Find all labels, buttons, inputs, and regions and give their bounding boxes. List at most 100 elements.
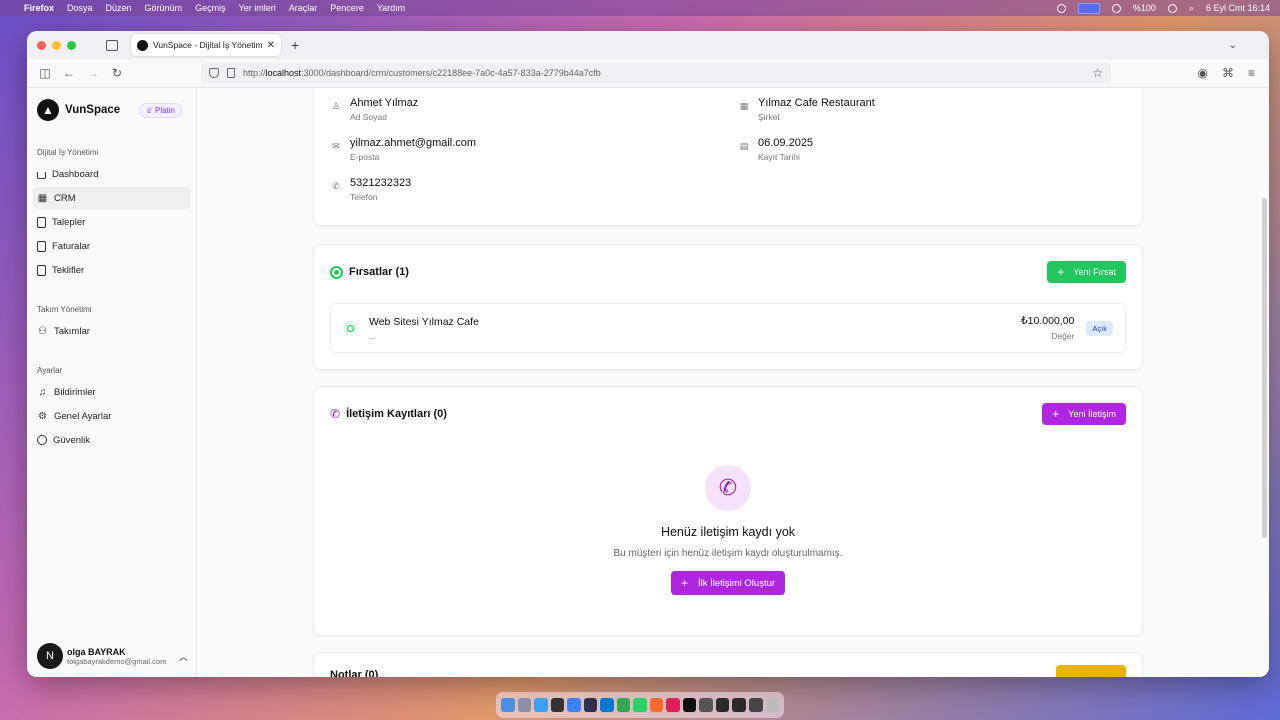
tab-list-chevron-icon[interactable]: ⌄ — [1229, 40, 1237, 51]
tab-overview-icon[interactable] — [106, 39, 118, 51]
sidebar-item-label: Faturalar — [52, 240, 91, 252]
chevron-up-icon[interactable]: ︿ — [179, 650, 188, 663]
window-thumbnail-icon[interactable] — [748, 698, 763, 712]
user-menu[interactable]: N olga BAYRAK tolgabayrakdemo@gmail.com … — [37, 641, 188, 671]
sidebar-item-teklifler[interactable]: Teklifler — [33, 259, 190, 281]
menu-item[interactable]: Düzen — [106, 3, 132, 13]
datetime[interactable]: 6 Eyl Cmt 16:14 — [1206, 3, 1270, 13]
safari-icon[interactable] — [534, 698, 548, 712]
sidebar-item-dashboard[interactable]: Dashboard — [33, 163, 190, 185]
account-icon[interactable]: ◉ — [1198, 66, 1208, 80]
slack-icon[interactable] — [666, 698, 680, 712]
app-icon[interactable] — [583, 698, 598, 712]
notes-card: Notlar (0) — [313, 652, 1143, 677]
browser-tab[interactable]: VunSpace - Dijital İş Yönetimi P ✕ — [131, 34, 281, 56]
receipt-icon — [37, 240, 46, 252]
whatsapp-icon[interactable] — [633, 698, 647, 712]
tab-title: VunSpace - Dijital İş Yönetimi P — [153, 40, 263, 50]
battery-percent[interactable]: %100 — [1133, 3, 1156, 13]
app-root: ▲ VunSpace ♕ Platin Dijital İş Yönetimi … — [27, 88, 1269, 677]
url-path: :3000/dashboard/crm/customers/c22188ee-7… — [301, 68, 601, 78]
empty-state: ✆ Henüz iletişim kaydı yok Bu müşteri iç… — [314, 465, 1142, 595]
sidebar-item-label: Teklifler — [52, 264, 85, 276]
play-icon[interactable] — [1111, 3, 1121, 13]
wifi-icon[interactable] — [1167, 3, 1177, 13]
menu-item[interactable]: Pencere — [330, 3, 364, 13]
bookmark-star-icon[interactable]: ☆ — [1092, 66, 1103, 80]
new-communication-button[interactable]: + Yeni İletişim — [1042, 403, 1126, 425]
scrollbar[interactable] — [1262, 198, 1267, 538]
vunspace-icon[interactable] — [682, 698, 697, 712]
users-icon: ⚇ — [38, 325, 47, 337]
field-label: Ad Soyad — [350, 112, 387, 122]
trash-icon[interactable] — [765, 698, 780, 712]
new-tab-button[interactable]: + — [291, 37, 299, 53]
building-icon: ▦ — [739, 101, 749, 111]
plus-icon: + — [1052, 407, 1060, 421]
macos-dock — [496, 692, 784, 718]
new-note-button[interactable] — [1056, 665, 1126, 677]
reload-icon[interactable]: ↻ — [109, 66, 125, 80]
opportunity-amount: ₺10.000,00 — [1021, 315, 1075, 327]
plus-icon: + — [680, 576, 688, 590]
browser-window: VunSpace - Dijital İş Yönetimi P ✕ + ⌄ ◫… — [27, 31, 1269, 677]
close-window-button[interactable] — [37, 40, 46, 50]
back-icon[interactable]: ← — [61, 66, 77, 80]
sidebar-item-label: Dashboard — [52, 168, 99, 180]
menu-icon[interactable]: ≡ — [1248, 66, 1255, 80]
customer-company-field: ▦ Yılmaz Cafe Restaurant Şirket — [738, 97, 875, 122]
empty-state-description: Bu müşteri için henüz iletişim kaydı olu… — [613, 548, 843, 559]
shield-icon[interactable] — [209, 68, 219, 78]
url-bar[interactable]: http://localhost:3000/dashboard/crm/cust… — [201, 63, 1111, 83]
brand[interactable]: ▲ VunSpace ♕ Platin — [33, 98, 190, 122]
menu-item[interactable]: Araçlar — [289, 3, 318, 13]
firefox-icon[interactable] — [649, 698, 664, 712]
sidebar-item-guvenlik[interactable]: Güvenlik — [33, 429, 190, 451]
sidebar-item-talepler[interactable]: Talepler — [33, 211, 190, 233]
minimize-window-button[interactable] — [52, 40, 61, 50]
finder-icon[interactable] — [501, 698, 515, 712]
chrome-icon[interactable] — [616, 698, 631, 712]
menu-app-name[interactable]: Firefox — [24, 3, 54, 13]
user-name: olga BAYRAK — [67, 646, 126, 657]
new-opportunity-button[interactable]: + Yeni Fırsat — [1047, 261, 1126, 283]
menu-item[interactable]: Yer imleri — [239, 3, 276, 13]
opportunity-row[interactable]: Web Sitesi Yılmaz Cafe ... ₺10.000,00 De… — [330, 303, 1126, 353]
sidebar-item-genel-ayarlar[interactable]: ⚙ Genel Ayarlar — [33, 405, 190, 427]
status-icon[interactable] — [1056, 3, 1066, 13]
customer-email: yilmaz.ahmet@gmail.com — [350, 137, 477, 149]
vscode-icon[interactable] — [600, 698, 614, 712]
menu-item[interactable]: Dosya — [67, 3, 93, 13]
menu-item[interactable]: Geçmiş — [195, 3, 226, 13]
window-thumbnail-icon[interactable] — [732, 698, 746, 712]
app-store-icon[interactable] — [567, 698, 581, 712]
menu-item[interactable]: Görünüm — [145, 3, 183, 13]
url-prefix: http:// — [243, 68, 266, 78]
button-label: Yeni İletişim — [1068, 409, 1116, 419]
chatgpt-icon[interactable] — [550, 698, 565, 712]
sidebar-item-label: Talepler — [52, 216, 86, 228]
sidebar-item-takimlar[interactable]: ⚇ Takımlar — [33, 320, 190, 342]
sidebar-toggle-icon[interactable]: ◫ — [37, 66, 53, 80]
search-icon[interactable]: ⌕ — [1189, 3, 1194, 14]
window-thumbnail-icon[interactable] — [715, 698, 730, 712]
close-tab-icon[interactable]: ✕ — [267, 40, 275, 51]
extensions-icon[interactable]: ⌘ — [1222, 66, 1234, 80]
bell-icon: ♫ — [38, 386, 47, 398]
create-first-communication-button[interactable]: + İlk İletişimi Oluştur — [670, 571, 786, 595]
opportunity-description: ... — [369, 331, 376, 341]
vunspace-logo-icon: ▲ — [37, 99, 59, 121]
launchpad-icon[interactable] — [517, 698, 532, 712]
sidebar-item-crm[interactable]: ▦ CRM — [33, 187, 190, 209]
app-icon[interactable] — [699, 698, 713, 712]
page-info-icon[interactable] — [227, 68, 235, 78]
forward-icon[interactable]: → — [85, 66, 101, 80]
sidebar-item-bildirimler[interactable]: ♫ Bildirimler — [33, 381, 190, 403]
sidebar-item-label: Takımlar — [54, 325, 90, 337]
menu-item[interactable]: Yardım — [377, 3, 405, 13]
plus-icon: + — [1057, 265, 1065, 279]
screen-share-icon[interactable] — [1077, 2, 1100, 14]
field-label: Telefon — [350, 192, 378, 202]
sidebar-item-faturalar[interactable]: Faturalar — [33, 235, 190, 257]
maximize-window-button[interactable] — [67, 40, 76, 50]
